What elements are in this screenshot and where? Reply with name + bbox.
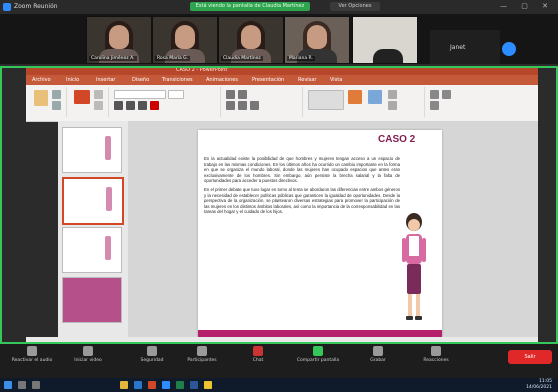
leave-meeting-button[interactable]: Salir [508, 350, 552, 364]
excel-icon[interactable] [176, 381, 184, 389]
zoom-logo-icon [3, 3, 11, 11]
participant-name: Janet [450, 44, 466, 51]
chat-button[interactable]: Chat [236, 346, 280, 363]
chrome-icon[interactable] [204, 381, 212, 389]
participant-name: Carolina Jiménez A. [89, 56, 137, 61]
participant-tile[interactable]: Carolina Jiménez A. [86, 16, 152, 64]
share-screen-icon [313, 346, 323, 356]
zoom-control-bar: Reactivar el audio Iniciar video Segurid… [0, 344, 558, 378]
chat-icon [253, 346, 263, 356]
people-icon [197, 346, 207, 356]
share-screen-button[interactable]: Compartir pantalla [296, 346, 340, 363]
avatar [502, 42, 516, 56]
microphone-icon [27, 346, 37, 356]
task-view-icon[interactable] [32, 381, 40, 389]
edge-icon[interactable] [134, 381, 142, 389]
clock-date: 14/06/2021 [526, 385, 552, 390]
control-label: Seguridad [140, 358, 164, 363]
windows-start-icon[interactable] [4, 381, 12, 389]
unmute-button[interactable]: Reactivar el audio [10, 346, 54, 363]
word-icon[interactable] [190, 381, 198, 389]
record-icon [373, 346, 383, 356]
start-video-button[interactable]: Iniciar video [66, 346, 110, 363]
system-clock[interactable]: 11:05 14/06/2021 [526, 379, 552, 391]
security-button[interactable]: Seguridad [130, 346, 174, 363]
video-camera-icon [83, 346, 93, 356]
control-label: Participantes [187, 358, 217, 363]
participant-tile[interactable]: Claudia Martínez [218, 16, 284, 64]
record-button[interactable]: Grabar [356, 346, 400, 363]
search-icon[interactable] [18, 381, 26, 389]
control-label: Compartir pantalla [296, 358, 340, 363]
shield-icon [147, 346, 157, 356]
screen-share-frame [0, 66, 558, 344]
participant-name: Claudia Martínez [221, 56, 263, 61]
view-options-button[interactable]: Ver Opciones [330, 2, 380, 11]
participant-name: Rosa María G. [155, 56, 191, 61]
zoom-title-bar: Zoom Reunión Está viendo la pantalla de … [0, 0, 558, 14]
zoom-icon[interactable] [162, 381, 170, 389]
smile-icon [431, 346, 441, 356]
reactions-button[interactable]: Reacciones [414, 346, 458, 363]
control-label: Iniciar video [74, 358, 102, 363]
control-label: Reactivar el audio [11, 358, 53, 363]
control-label: Grabar [370, 358, 386, 363]
screen-share-banner: Está viendo la pantalla de Claudia Martí… [190, 2, 310, 11]
zoom-window-title: Zoom Reunión [14, 3, 58, 10]
window-controls[interactable]: — ▢ ✕ [500, 2, 554, 10]
file-explorer-icon[interactable] [120, 381, 128, 389]
windows-taskbar: 11:05 14/06/2021 [0, 378, 558, 392]
participant-strip: Carolina Jiménez A. Rosa María G. Claudi… [0, 14, 558, 76]
participant-tile[interactable] [352, 16, 418, 64]
participants-button[interactable]: Participantes [180, 346, 224, 363]
participant-tile[interactable]: Mariana R. [284, 16, 350, 64]
control-label: Reacciones [423, 358, 449, 363]
participant-tile[interactable]: Rosa María G. [152, 16, 218, 64]
control-label: Chat [252, 358, 264, 363]
powerpoint-icon[interactable] [148, 381, 156, 389]
participant-name: Mariana R. [287, 56, 315, 61]
